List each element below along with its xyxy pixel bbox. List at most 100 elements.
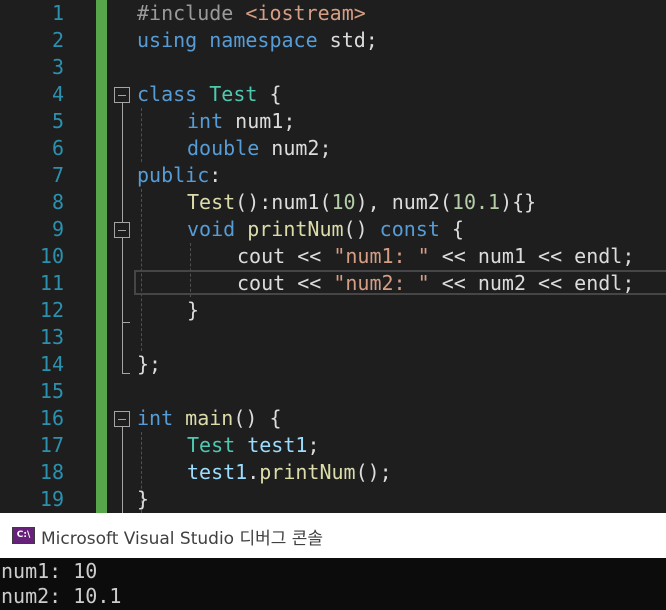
token: std; bbox=[317, 28, 378, 52]
token: public bbox=[137, 163, 210, 187]
token: #include bbox=[137, 1, 234, 25]
code-editor[interactable]: 1 2 3 4 5 6 7 8 9 10 11 12 13 14 15 16 1… bbox=[0, 0, 666, 513]
code-line[interactable]: class Test { bbox=[137, 81, 282, 108]
code-line[interactable]: double num2; bbox=[187, 135, 332, 162]
token: double bbox=[187, 136, 260, 160]
line-number: 12 bbox=[39, 298, 64, 322]
console-output[interactable]: num1: 10 num2: 10.1 bbox=[0, 558, 666, 610]
token: ():num1( bbox=[235, 190, 332, 214]
token: cout << bbox=[237, 271, 334, 295]
code-line[interactable]: int num1; bbox=[187, 108, 295, 135]
fold-line bbox=[122, 103, 123, 373]
token: ; bbox=[307, 433, 320, 457]
line-number: 9 bbox=[51, 217, 64, 241]
code-line[interactable]: #include <iostream> bbox=[137, 0, 366, 27]
token: { bbox=[257, 82, 282, 106]
code-line[interactable]: Test test1; bbox=[187, 432, 319, 459]
line-number: 19 bbox=[39, 487, 64, 511]
token: printNum bbox=[259, 460, 356, 484]
fold-end bbox=[122, 322, 130, 323]
code-line[interactable]: public: bbox=[137, 162, 221, 189]
token: << num1 << endl; bbox=[429, 244, 635, 268]
token: 10 bbox=[331, 190, 356, 214]
collapse-icon[interactable] bbox=[114, 411, 130, 427]
console-title: Microsoft Visual Studio 디버그 콘솔 bbox=[41, 529, 324, 549]
token: num2; bbox=[259, 136, 332, 160]
token: << num2 << endl; bbox=[429, 271, 635, 295]
token: 10.1 bbox=[451, 190, 501, 214]
line-number: 16 bbox=[39, 406, 64, 430]
code-line[interactable]: } bbox=[187, 297, 199, 324]
token: }; bbox=[137, 352, 162, 376]
line-number: 4 bbox=[51, 82, 64, 106]
code-line[interactable]: }; bbox=[137, 351, 161, 378]
fold-line bbox=[122, 427, 123, 513]
line-number-gutter: 1 2 3 4 5 6 7 8 9 10 11 12 13 14 15 16 1… bbox=[0, 0, 96, 513]
token: . bbox=[247, 460, 260, 484]
token: { bbox=[439, 217, 464, 241]
line-number: 2 bbox=[51, 28, 64, 52]
line-number: 7 bbox=[51, 163, 64, 187]
line-number: 10 bbox=[39, 244, 64, 268]
code-line[interactable]: Test():num1(10), num2(10.1){} bbox=[187, 189, 536, 216]
token: cout << bbox=[237, 244, 334, 268]
indent-guide bbox=[141, 108, 142, 162]
token: "num2: " bbox=[333, 271, 430, 295]
code-line[interactable]: using namespace std; bbox=[137, 27, 378, 54]
code-line[interactable]: } bbox=[137, 486, 149, 513]
line-number: 6 bbox=[51, 136, 64, 160]
line-number: 5 bbox=[51, 109, 64, 133]
line-number: 13 bbox=[39, 325, 64, 349]
token: () { bbox=[233, 406, 282, 430]
token: () bbox=[343, 217, 380, 241]
token: "num1: " bbox=[333, 244, 430, 268]
line-number: 17 bbox=[39, 433, 64, 457]
collapse-icon[interactable] bbox=[114, 222, 130, 238]
token: : bbox=[209, 163, 222, 187]
fold-end bbox=[122, 373, 130, 374]
line-number: 18 bbox=[39, 460, 64, 484]
line-number: 3 bbox=[51, 55, 64, 79]
token: <iostream> bbox=[245, 1, 366, 25]
collapse-icon[interactable] bbox=[114, 87, 130, 103]
line-number: 11 bbox=[39, 271, 64, 295]
token: printNum bbox=[247, 217, 344, 241]
token: (); bbox=[355, 460, 392, 484]
code-line[interactable]: cout << "num2: " << num2 << endl; bbox=[237, 270, 634, 297]
code-line[interactable]: void printNum() const { bbox=[187, 216, 464, 243]
code-line[interactable]: cout << "num1: " << num1 << endl; bbox=[237, 243, 634, 270]
token: } bbox=[137, 487, 150, 511]
console-app-icon: C:\ bbox=[12, 527, 35, 544]
line-number: 1 bbox=[51, 1, 64, 25]
code-line[interactable]: test1.printNum(); bbox=[187, 459, 392, 486]
line-number: 14 bbox=[39, 352, 64, 376]
outlining-margin bbox=[107, 0, 137, 513]
token: ){} bbox=[500, 190, 537, 214]
token: using bbox=[137, 28, 198, 52]
token: namespace bbox=[209, 28, 318, 52]
console-output-line: num2: 10.1 bbox=[1, 584, 122, 608]
token: test1 bbox=[187, 460, 248, 484]
token: num1; bbox=[223, 109, 296, 133]
token: class bbox=[137, 82, 198, 106]
token: Test bbox=[187, 433, 236, 457]
line-number: 8 bbox=[51, 190, 64, 214]
token: Test bbox=[209, 82, 258, 106]
line-number: 15 bbox=[39, 379, 64, 403]
token: int bbox=[187, 109, 224, 133]
token: int bbox=[137, 406, 174, 430]
token: ), num2( bbox=[355, 190, 452, 214]
code-line[interactable]: int main() { bbox=[137, 405, 282, 432]
token: } bbox=[187, 298, 200, 322]
token: const bbox=[379, 217, 440, 241]
token: void bbox=[187, 217, 236, 241]
token: main bbox=[185, 406, 234, 430]
console-output-line: num1: 10 bbox=[1, 559, 98, 583]
change-tracking-bar bbox=[96, 0, 107, 513]
